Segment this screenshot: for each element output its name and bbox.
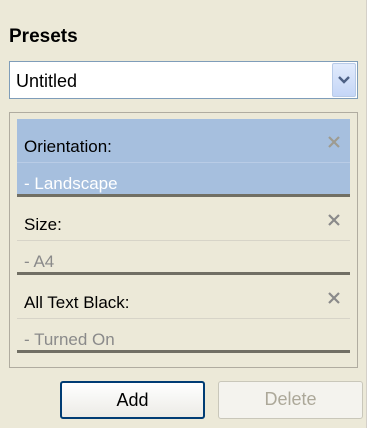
list-item-orientation[interactable]: Orientation: - Landscape [17, 119, 350, 197]
list-item-value: - Turned On [24, 330, 115, 349]
presets-panel: Presets Untitled Orientation: - Landscap… [0, 0, 370, 428]
delete-button[interactable]: Delete [218, 381, 363, 419]
list-item-value: - A4 [24, 252, 55, 271]
list-item-all-text-black[interactable]: All Text Black: - Turned On [17, 275, 350, 353]
list-item-size[interactable]: Size: - A4 [17, 197, 350, 275]
list-item-label: Size: [24, 215, 62, 234]
chevron-down-icon [338, 76, 350, 84]
presets-list: Orientation: - Landscape Size: - A4 All [9, 112, 358, 368]
presets-panel-body: Presets Untitled Orientation: - Landscap… [0, 0, 367, 428]
presets-dropdown[interactable]: Untitled [9, 61, 358, 99]
dropdown-arrow-button[interactable] [332, 63, 356, 97]
item-divider [17, 240, 350, 241]
presets-dropdown-value: Untitled [16, 71, 78, 91]
item-divider [17, 318, 350, 319]
close-icon[interactable] [326, 212, 342, 228]
list-item-label: Orientation: [24, 137, 112, 156]
list-item-value: - Landscape [24, 174, 118, 193]
list-item-label: All Text Black: [24, 293, 130, 312]
presets-title: Presets [9, 26, 78, 47]
close-icon[interactable] [326, 290, 342, 306]
add-button[interactable]: Add [60, 381, 205, 419]
close-icon[interactable] [326, 134, 342, 150]
item-divider [17, 162, 350, 163]
